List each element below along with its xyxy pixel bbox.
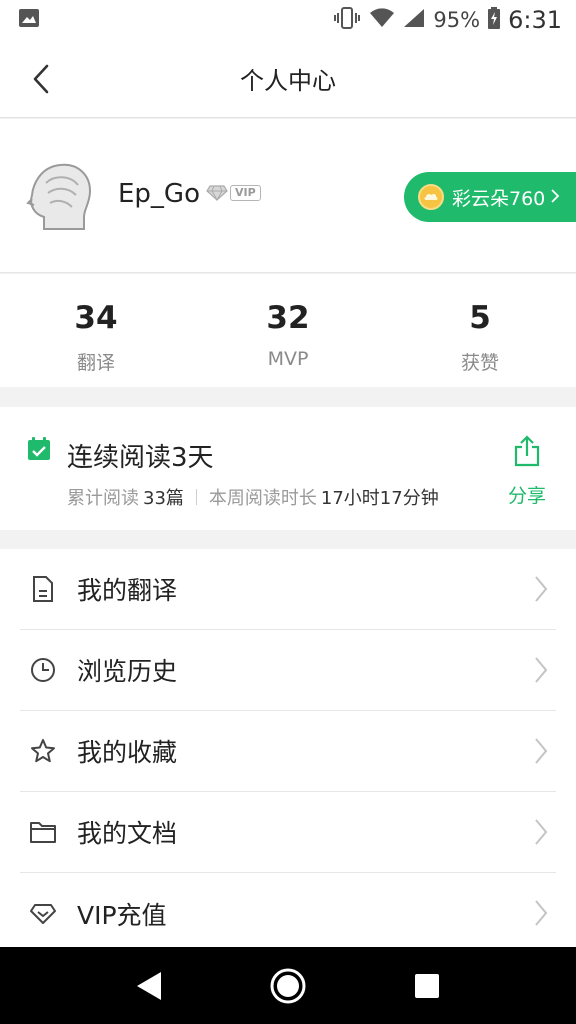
chevron-right-icon	[551, 188, 560, 207]
battery-percent: 95%	[433, 8, 481, 32]
stat-value: 5	[469, 300, 491, 336]
square-recents-icon	[414, 973, 439, 998]
coins-label: 彩云朵760	[452, 187, 546, 210]
menu-item-label: 浏览历史	[77, 657, 178, 686]
system-back-button[interactable]	[127, 964, 171, 1008]
divider	[195, 489, 197, 505]
profile-card: Ep_Go VIP 彩云朵760	[0, 119, 576, 273]
system-navigation-bar	[0, 947, 576, 1024]
chevron-right-icon	[534, 737, 548, 769]
share-icon	[514, 435, 540, 467]
stat-label: 获赞	[460, 352, 499, 374]
stat-mvp[interactable]: 32 MVP	[192, 274, 384, 387]
vip-badge: VIP	[206, 185, 261, 201]
home-circle-icon	[270, 968, 306, 1003]
folder-icon	[28, 817, 58, 847]
star-icon	[28, 736, 58, 766]
system-recents-button[interactable]	[405, 964, 449, 1008]
stats-row: 34 翻译 32 MVP 5 获赞	[0, 274, 576, 387]
menu-item-my-translations[interactable]: 我的翻译	[20, 549, 556, 630]
reading-streak-card[interactable]: 连续阅读3天 累计阅读 33篇 本周阅读时长 17小时17分钟 分享	[0, 407, 576, 530]
reading-summary: 累计阅读 33篇 本周阅读时长 17小时17分钟	[67, 484, 439, 510]
week-time-label: 本周阅读时长	[208, 488, 317, 509]
chevron-right-icon	[534, 575, 548, 607]
reading-streak-title: 连续阅读3天	[67, 443, 214, 473]
share-button[interactable]: 分享	[506, 435, 548, 508]
back-button[interactable]	[26, 62, 56, 96]
share-label: 分享	[507, 485, 546, 507]
head-avatar-icon	[26, 163, 92, 230]
image-notification-icon	[18, 8, 40, 32]
username: Ep_Go	[118, 179, 200, 209]
back-arrow-icon	[33, 64, 49, 94]
menu-item-vip-recharge[interactable]: VIP充值	[20, 873, 556, 954]
menu-item-my-documents[interactable]: 我的文档	[20, 792, 556, 873]
chevron-right-icon	[534, 818, 548, 850]
total-read-label: 累计阅读	[67, 488, 139, 509]
stat-value: 32	[266, 300, 310, 336]
total-read-value: 33篇	[143, 488, 184, 509]
diamond-icon	[28, 899, 58, 929]
calendar-check-icon	[27, 437, 51, 461]
chevron-right-icon	[534, 656, 548, 688]
avatar[interactable]	[26, 159, 96, 233]
menu-item-favorites[interactable]: 我的收藏	[20, 711, 556, 792]
status-bar: 95% 6:31	[0, 0, 576, 40]
menu-item-label: 我的文档	[77, 819, 178, 848]
menu-item-label: 我的翻译	[77, 576, 178, 605]
stat-likes[interactable]: 5 获赞	[384, 274, 576, 387]
system-home-button[interactable]	[266, 964, 310, 1008]
document-icon	[28, 574, 58, 604]
menu-item-history[interactable]: 浏览历史	[20, 630, 556, 711]
coin-icon	[418, 184, 444, 210]
wifi-icon	[369, 7, 395, 33]
coins-button[interactable]: 彩云朵760	[404, 172, 576, 222]
stat-translations[interactable]: 34 翻译	[0, 274, 192, 387]
menu-item-label: VIP充值	[77, 900, 167, 930]
clock-icon	[28, 655, 58, 685]
menu-list: 我的翻译 浏览历史 我的收藏 我的文档 VIP充值	[0, 549, 576, 947]
header: 个人中心	[0, 40, 576, 118]
signal-icon	[403, 8, 425, 33]
menu-item-label: 我的收藏	[77, 738, 178, 767]
vip-tag: VIP	[230, 185, 261, 201]
page-title: 个人中心	[240, 67, 336, 95]
diamond-badge-icon	[206, 185, 228, 201]
stat-label: MVP	[267, 348, 309, 370]
vibrate-icon	[333, 6, 361, 34]
battery-icon	[488, 6, 501, 34]
stat-label: 翻译	[76, 352, 115, 374]
triangle-back-icon	[137, 971, 162, 1000]
clock-time: 6:31	[508, 6, 562, 34]
week-time-value: 17小时17分钟	[320, 488, 439, 509]
chevron-right-icon	[534, 899, 548, 931]
stat-value: 34	[74, 300, 118, 336]
